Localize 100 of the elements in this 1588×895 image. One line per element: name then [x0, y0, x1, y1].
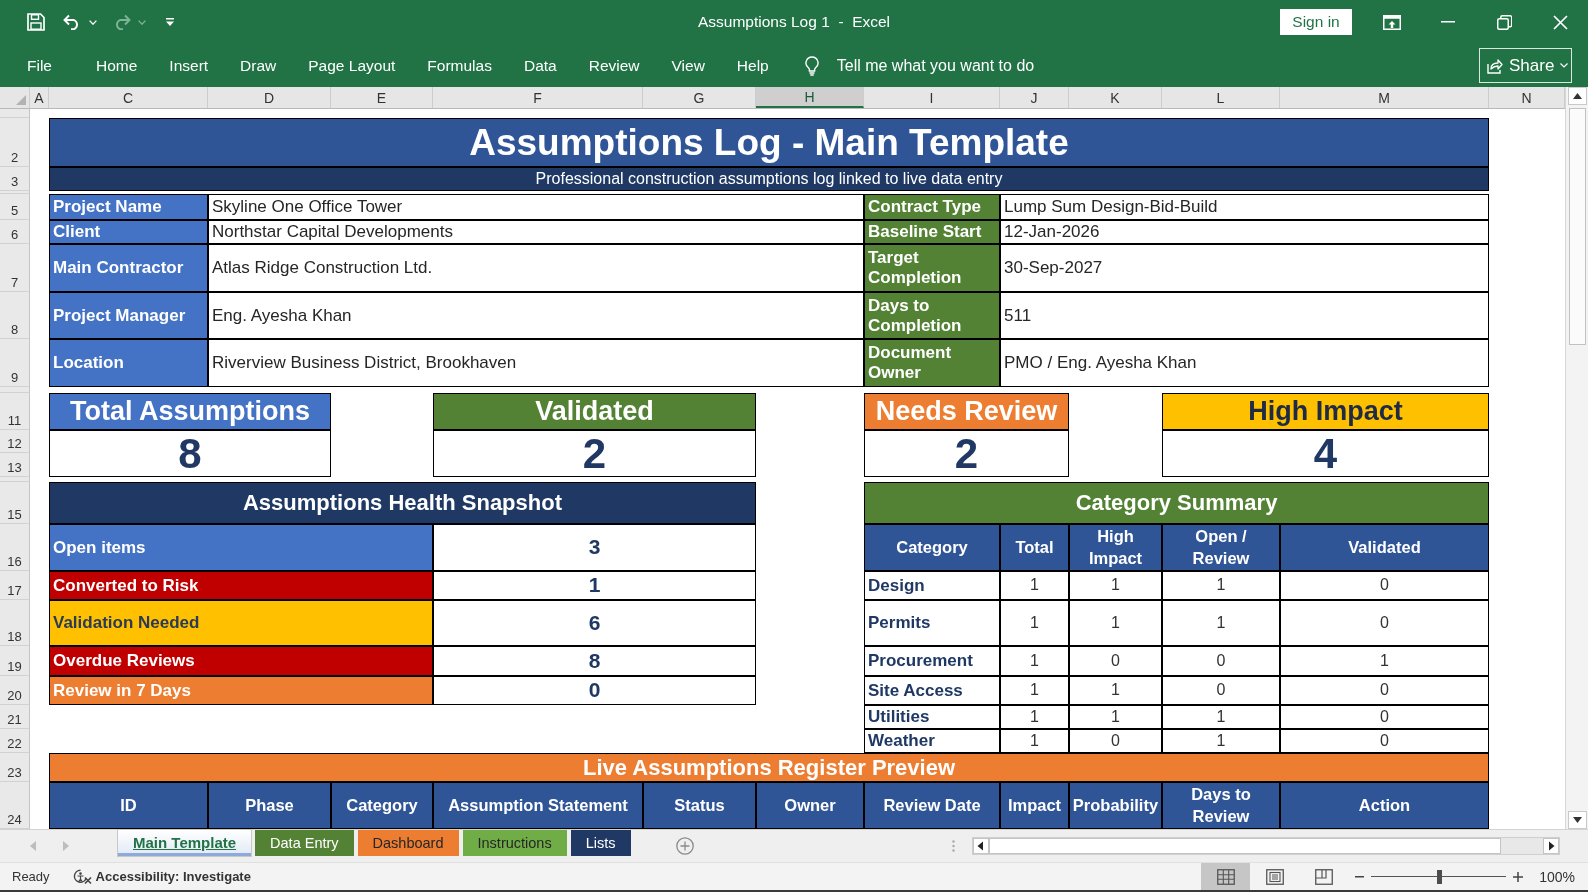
metric-label: Review in 7 Days — [49, 676, 433, 705]
column-header[interactable]: D — [208, 87, 331, 108]
column-header[interactable]: F — [433, 87, 643, 108]
scroll-thumb[interactable] — [1568, 108, 1586, 345]
row-header[interactable]: 2 — [0, 118, 30, 167]
section-title: Assumptions Health Snapshot — [49, 482, 756, 524]
sheet-tab[interactable]: Main Template — [118, 830, 252, 856]
column-header[interactable]: H — [756, 87, 864, 108]
restore-icon[interactable] — [1496, 14, 1512, 30]
column-header[interactable]: E — [331, 87, 433, 108]
row-header[interactable]: 5 — [0, 194, 30, 220]
undo-icon[interactable] — [63, 14, 81, 30]
ribbon-tab[interactable]: Formulas — [411, 50, 508, 81]
ribbon-tab[interactable]: Draw — [224, 50, 293, 81]
row-header[interactable]: 20 — [0, 676, 30, 705]
toolbar-menu-icon[interactable] — [166, 18, 174, 26]
zoom-slider[interactable] — [1371, 869, 1507, 884]
lightbulb-icon[interactable] — [804, 55, 819, 76]
table-header: Assumption Statement — [433, 782, 643, 829]
zoom-level[interactable]: 100% — [1539, 868, 1575, 885]
table-header: High Impact — [1069, 524, 1162, 571]
zoom-out-icon[interactable] — [1355, 875, 1365, 878]
page-icon — [1265, 868, 1284, 885]
row-header[interactable]: 8 — [0, 292, 30, 339]
field-label: Main Contractor — [49, 244, 208, 292]
ribbon-tab[interactable]: Page Layout — [292, 50, 412, 81]
ribbon-tab[interactable]: Data — [507, 50, 573, 81]
column-header[interactable]: M — [1280, 87, 1489, 108]
row-header[interactable]: 12 — [0, 430, 30, 453]
field-value: Atlas Ridge Construction Ltd. — [208, 244, 864, 292]
ribbon-tab[interactable]: File — [11, 50, 68, 81]
column-header[interactable]: K — [1069, 87, 1162, 108]
view-button[interactable] — [1201, 863, 1251, 890]
column-header[interactable]: A — [30, 87, 49, 108]
table-cell: Procurement — [864, 646, 1000, 676]
caret-icon[interactable] — [89, 19, 97, 25]
sheet-tab[interactable]: Dashboard — [357, 830, 459, 856]
share-button[interactable]: Share — [1479, 48, 1572, 83]
sheet-title: Assumptions Log - Main Template — [49, 118, 1489, 167]
column-header[interactable]: C — [49, 87, 208, 108]
row-header[interactable]: 23 — [0, 753, 30, 782]
plus-icon[interactable] — [675, 837, 694, 855]
row-header[interactable]: 21 — [0, 705, 30, 729]
save-icon[interactable] — [27, 13, 45, 31]
column-header[interactable]: I — [864, 87, 1000, 108]
row-header[interactable]: 22 — [0, 729, 30, 753]
ribbon-tab[interactable]: Home — [80, 50, 154, 81]
tell-me-field[interactable]: Tell me what you want to do — [836, 54, 1052, 77]
row-header[interactable]: 3 — [0, 167, 30, 191]
row-header[interactable]: 13 — [0, 453, 30, 477]
table-header: Status — [643, 782, 756, 829]
row-header[interactable]: 19 — [0, 646, 30, 676]
horizontal-scrollbar[interactable] — [971, 837, 1560, 855]
table-header: Probability — [1069, 782, 1162, 829]
kpi-label: Validated — [433, 393, 756, 430]
row-header[interactable]: 18 — [0, 600, 30, 646]
table-cell: Utilities — [864, 705, 1000, 729]
ribbon-display-icon[interactable] — [1383, 14, 1401, 30]
section-title: Category Summary — [864, 482, 1489, 524]
sheet-tab[interactable]: Instructions — [462, 830, 567, 856]
metric-value: 3 — [433, 524, 756, 571]
sheet-tab[interactable]: Data Entry — [255, 830, 354, 856]
column-header[interactable]: J — [1000, 87, 1069, 108]
row-header[interactable]: 7 — [0, 244, 30, 292]
ribbon-tab[interactable]: Help — [720, 50, 785, 81]
accessibility-icon[interactable] — [72, 868, 92, 885]
field-value: Eng. Ayesha Khan — [208, 292, 864, 339]
table-header: ID — [49, 782, 208, 829]
field-label: Project Name — [49, 194, 208, 220]
table-cell: 1 — [1000, 646, 1069, 676]
sheet-tab[interactable]: Lists — [570, 830, 631, 856]
field-label: Client — [49, 220, 208, 244]
table-cell: 1 — [1069, 705, 1162, 729]
table-cell: 1 — [1000, 705, 1069, 729]
row-header[interactable]: 15 — [0, 482, 30, 524]
zoom-in-icon[interactable] — [1513, 871, 1524, 882]
table-header: Validated — [1280, 524, 1489, 571]
slider-thumb[interactable] — [1436, 869, 1442, 884]
close-icon[interactable] — [1552, 14, 1568, 30]
field-value: PMO / Eng. Ayesha Khan — [1000, 339, 1489, 387]
ribbon-tab[interactable]: Insert — [153, 50, 225, 81]
accessibility-status[interactable]: Accessibility: Investigate — [95, 869, 251, 884]
sign-in-button[interactable]: Sign in — [1280, 9, 1352, 35]
table-header: Owner — [756, 782, 864, 829]
scroll-thumb[interactable] — [988, 838, 1501, 854]
row-header[interactable]: 11 — [0, 393, 30, 430]
row-header[interactable]: 17 — [0, 571, 30, 600]
ribbon-tab[interactable]: Review — [572, 50, 656, 81]
row-header[interactable]: 16 — [0, 524, 30, 571]
status-text: Ready — [12, 869, 50, 884]
table-cell: Weather — [864, 729, 1000, 753]
dots-icon[interactable] — [951, 840, 955, 852]
field-value: Skyline One Office Tower — [208, 194, 864, 220]
row-header[interactable]: 9 — [0, 339, 30, 387]
table-cell: 0 — [1162, 646, 1280, 676]
row-header[interactable]: 24 — [0, 782, 30, 829]
vertical-scrollbar[interactable] — [1565, 87, 1588, 829]
ribbon-tab[interactable]: View — [655, 50, 721, 81]
column-header[interactable]: L — [1162, 87, 1280, 108]
row-header[interactable]: 6 — [0, 220, 30, 244]
